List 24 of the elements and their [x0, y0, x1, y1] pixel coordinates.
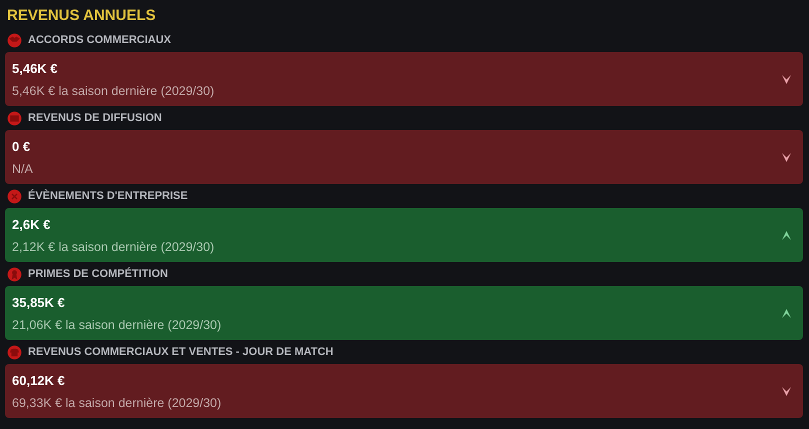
- category-label: REVENUS DE DIFFUSION: [28, 112, 162, 124]
- revenue-value: 5,46K €: [12, 60, 59, 76]
- down-arrow-icon: [782, 386, 791, 396]
- previous-season-text: N/A: [12, 162, 33, 176]
- revenue-value: 2,6K €: [12, 216, 52, 232]
- shirt-icon: [7, 344, 22, 360]
- category-label: REVENUS COMMERCIAUX ET VENTES - JOUR DE MATCH: [28, 346, 334, 358]
- revenue-value: 35,85K €: [12, 294, 66, 310]
- category-label: PRIMES DE COMPÉTITION: [28, 268, 168, 280]
- section-title: REVENUS ANNUELS: [6, 6, 157, 26]
- previous-season-text: 2,12K € la saison dernière (2029/30): [12, 240, 214, 254]
- previous-season-text: 5,46K € la saison dernière (2029/30): [12, 84, 214, 98]
- revenue-value: 0 €: [12, 138, 32, 154]
- category-label: ÉVÈNEMENTS D'ENTREPRISE: [28, 190, 188, 202]
- previous-season-text: 69,33K € la saison dernière (2029/30): [12, 396, 222, 410]
- down-arrow-icon: [782, 152, 791, 162]
- cross-icon: [7, 188, 22, 204]
- up-arrow-icon: [782, 308, 791, 318]
- down-arrow-icon: [782, 74, 791, 84]
- medal-icon: [7, 266, 22, 282]
- category-label: ACCORDS COMMERCIAUX: [28, 34, 171, 46]
- up-arrow-icon: [782, 230, 791, 240]
- revenue-value: 60,12K €: [12, 372, 66, 388]
- previous-season-text: 21,06K € la saison dernière (2029/30): [12, 318, 222, 332]
